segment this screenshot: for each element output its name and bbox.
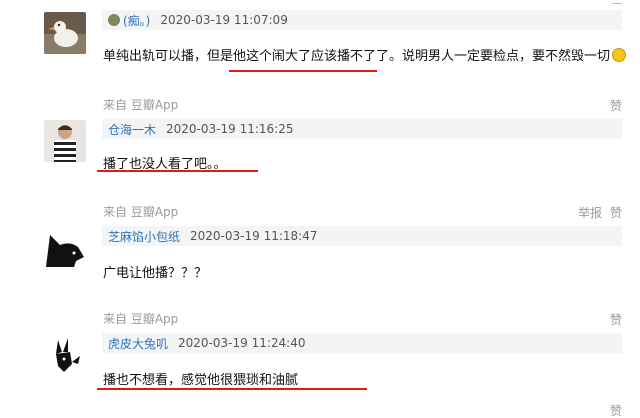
comment-source: 来自 豆瓣App — [103, 312, 179, 326]
comment-meta: 虎皮大兔叽 2020-03-19 11:24:40 — [102, 333, 622, 353]
comment-author[interactable]: 虎皮大兔叽 — [108, 335, 168, 352]
like-button[interactable]: 赞 — [610, 402, 622, 418]
bunny-avatar[interactable] — [44, 334, 86, 376]
like-button[interactable]: 赞 — [610, 311, 622, 328]
top-edge-fragment — [612, 0, 622, 4]
black-cat-avatar[interactable] — [44, 227, 86, 269]
person-avatar[interactable] — [44, 120, 86, 162]
comment-meta: (痴。) 2020-03-19 11:07:09 — [102, 10, 622, 30]
comment-time: 2020-03-19 11:24:40 — [178, 336, 306, 350]
comment-meta: 芝麻馅小包纸 2020-03-19 11:18:47 — [102, 226, 622, 246]
like-button[interactable]: 赞 — [610, 204, 622, 221]
comment-author[interactable]: (痴。) — [123, 12, 150, 29]
comment-source: 来自 豆瓣App — [103, 98, 179, 112]
comment-author[interactable]: 芝麻馅小包纸 — [108, 228, 180, 245]
comment-time: 2020-03-19 11:18:47 — [190, 229, 318, 243]
comment-actions: 举报 赞 — [578, 204, 622, 221]
comment-text: 播也不想看，感觉他很猥琐和油腻 — [103, 373, 299, 388]
highlight-underline — [229, 70, 377, 72]
comment-text: 广电让他播？？？ — [103, 266, 208, 281]
comment-actions: 赞 — [610, 97, 622, 114]
report-button[interactable]: 举报 — [578, 204, 602, 221]
comment-time: 2020-03-19 11:16:25 — [166, 122, 294, 136]
duck-avatar[interactable] — [44, 12, 86, 54]
comment-time: 2020-03-19 11:07:09 — [160, 13, 288, 27]
highlight-underline — [97, 170, 258, 172]
highlight-underline — [97, 388, 367, 390]
comment-text: 单纯出轨可以播，但是他这个闹大了应该播不了了。说明男人一定要检点，要不然毁一切 — [103, 45, 627, 64]
comment-meta: 仓海一木 2020-03-19 11:16:25 — [102, 119, 622, 139]
emoji-icon — [612, 48, 627, 62]
like-button[interactable]: 赞 — [610, 97, 622, 114]
comment-actions: 赞 — [610, 311, 622, 328]
comment-text-body: 单纯出轨可以播，但是他这个闹大了应该播不了了。说明男人一定要检点，要不然毁一切 — [103, 49, 611, 64]
comment-author[interactable]: 仓海一木 — [108, 121, 156, 138]
comment-source: 来自 豆瓣App — [103, 205, 179, 219]
comment-actions: 赞 — [610, 402, 622, 418]
author-badge-icon — [108, 14, 120, 26]
